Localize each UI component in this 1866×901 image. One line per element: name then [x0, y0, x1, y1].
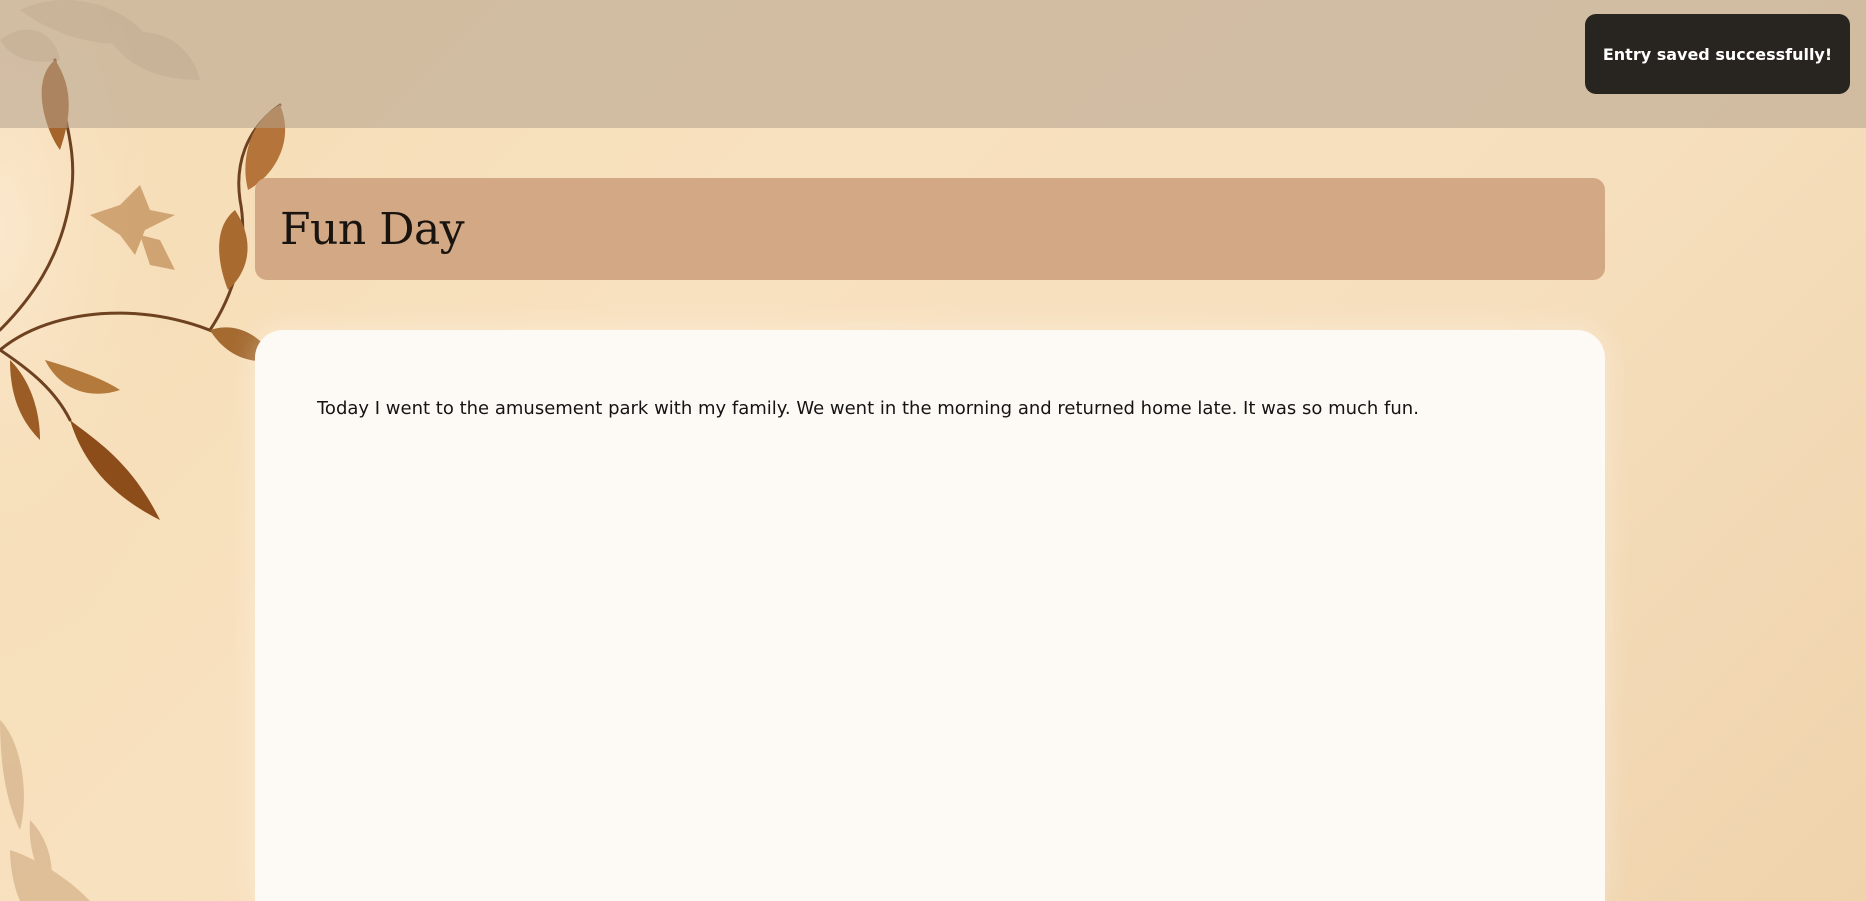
entry-title-card: Fun Day [255, 178, 1605, 280]
entry-content-text[interactable]: Today I went to the amusement park with … [317, 396, 1543, 421]
entry-content-card[interactable]: Today I went to the amusement park with … [255, 330, 1605, 901]
entry-title[interactable]: Fun Day [280, 204, 465, 255]
toast-message: Entry saved successfully! [1602, 44, 1833, 64]
save-confirmation-toast: Entry saved successfully! [1585, 14, 1850, 94]
